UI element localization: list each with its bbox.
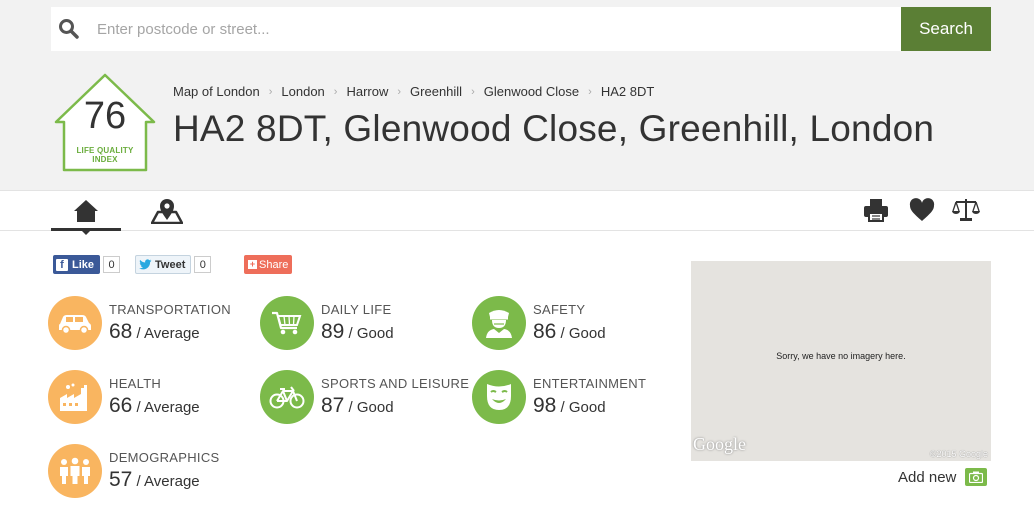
scales-icon <box>952 199 980 221</box>
map-copyright: ©2015 Google <box>929 449 988 459</box>
breadcrumb-item[interactable]: Glenwood Close <box>484 84 579 99</box>
shopping-cart-icon <box>260 296 314 350</box>
breadcrumb-separator-icon: › <box>588 85 592 98</box>
search-button[interactable]: Search <box>901 7 991 51</box>
facebook-icon: f <box>56 258 68 271</box>
breadcrumb-item[interactable]: Harrow <box>346 84 388 99</box>
plus-icon: + <box>248 259 257 269</box>
people-icon <box>48 444 102 498</box>
breadcrumb-item[interactable]: Map of London <box>173 84 260 99</box>
factory-icon <box>48 370 102 424</box>
category-daily-life[interactable]: DAILY LIFE 89 / Good <box>260 296 460 352</box>
category-health[interactable]: HEALTH 66 / Average <box>48 370 248 426</box>
life-quality-score: 76 <box>83 95 127 137</box>
category-transportation[interactable]: TRANSPORTATION 68 / Average <box>48 296 248 352</box>
tweet-button[interactable]: Tweet <box>135 255 192 274</box>
twitter-tweet: Tweet 0 <box>135 255 212 274</box>
category-demographics[interactable]: DEMOGRAPHICS 57 / Average <box>48 444 248 500</box>
home-icon <box>74 200 98 222</box>
category-sports-and-leisure[interactable]: SPORTS AND LEISURE 87 / Good <box>260 370 469 426</box>
theater-mask-icon <box>472 370 526 424</box>
like-label: Like <box>72 258 95 271</box>
facebook-like: f Like 0 <box>53 255 121 274</box>
tab-home[interactable] <box>51 191 121 231</box>
print-button[interactable] <box>862 196 890 224</box>
share-button[interactable]: + Share <box>244 255 293 274</box>
share-label: Share <box>259 258 289 271</box>
tab-map[interactable] <box>145 191 189 231</box>
tab-active-notch <box>81 230 91 235</box>
like-count: 0 <box>103 256 121 273</box>
car-icon <box>48 296 102 350</box>
map-no-imagery-message: Sorry, we have no imagery here. <box>776 351 906 361</box>
tweet-count: 0 <box>194 256 212 273</box>
search-input[interactable] <box>97 7 897 51</box>
breadcrumb-separator-icon: › <box>333 85 338 98</box>
compare-button[interactable] <box>952 196 980 224</box>
add-new-label: Add new <box>898 468 957 486</box>
breadcrumb-separator-icon: › <box>268 85 273 98</box>
breadcrumb-item-current: HA2 8DT <box>600 84 655 99</box>
print-icon <box>864 199 888 222</box>
category-entertainment[interactable]: ENTERTAINMENT 98 / Good <box>472 370 672 426</box>
twitter-bird-icon <box>139 259 152 270</box>
page-title: HA2 8DT, Glenwood Close, Greenhill, Lond… <box>173 108 935 149</box>
map-pin-icon <box>151 199 183 224</box>
tweet-label: Tweet <box>155 258 186 271</box>
search-icon <box>59 19 79 39</box>
breadcrumb-item[interactable]: Greenhill <box>410 84 462 99</box>
facebook-like-button[interactable]: f Like <box>53 255 101 274</box>
breadcrumb-separator-icon: › <box>471 85 475 98</box>
favorite-button[interactable] <box>908 196 936 224</box>
add-new-photo-button[interactable]: Add new <box>898 468 988 486</box>
heart-icon <box>909 198 935 221</box>
camera-icon <box>965 468 988 486</box>
street-view-map[interactable]: Sorry, we have no imagery here. Google ©… <box>691 261 991 461</box>
breadcrumb-item[interactable]: London <box>281 84 324 99</box>
life-quality-label: LIFE QUALITY INDEX <box>76 146 134 164</box>
category-safety[interactable]: SAFETY 86 / Good <box>472 296 672 352</box>
breadcrumb-separator-icon: › <box>397 85 402 98</box>
breadcrumb: Map of London › London › Harrow › Greenhill… <box>173 84 654 99</box>
bicycle-icon <box>260 370 314 424</box>
police-officer-icon <box>472 296 526 350</box>
google-logo: Google <box>693 434 746 454</box>
